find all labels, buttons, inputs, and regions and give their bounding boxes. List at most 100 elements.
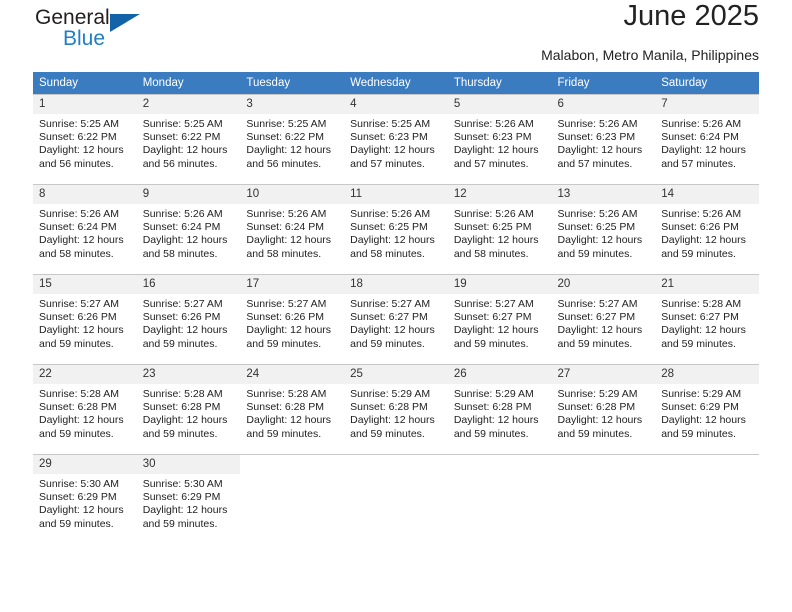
calendar-day-cell[interactable]: 18 Sunrise: 5:27 AM Sunset: 6:27 PM Dayl… [344,274,448,365]
calendar-day-cell[interactable]: 23 Sunrise: 5:28 AM Sunset: 6:28 PM Dayl… [136,364,241,455]
sunrise-text: Sunrise: 5:30 AM [39,478,119,490]
calendar-day-cell-empty [240,454,345,545]
sunset-text: Sunset: 6:28 PM [350,401,428,414]
logo-text-blue: Blue [63,27,106,50]
day-details: Sunrise: 5:27 AM Sunset: 6:26 PM Dayligh… [137,294,241,351]
day-details: Sunrise: 5:26 AM Sunset: 6:25 PM Dayligh… [552,204,656,261]
calendar-day-cell[interactable]: 2 Sunrise: 5:25 AM Sunset: 6:22 PM Dayli… [136,94,241,185]
daylight-text-line1: Daylight: 12 hours [39,144,124,157]
day-number: 2 [136,95,241,114]
weekday-header-row: Sunday Monday Tuesday Wednesday Thursday… [33,72,759,95]
daylight-text-line1: Daylight: 12 hours [661,234,746,247]
daylight-text-line1: Daylight: 12 hours [142,324,228,337]
sunset-text: Sunset: 6:29 PM [142,491,221,504]
daylight-text-line1: Daylight: 12 hours [39,414,124,427]
sunset-text: Sunset: 6:22 PM [246,131,325,144]
sunset-text: Sunset: 6:26 PM [661,221,739,234]
calendar-day-cell[interactable]: 21 Sunrise: 5:28 AM Sunset: 6:27 PM Dayl… [655,274,759,365]
calendar-day-cell[interactable]: 7 Sunrise: 5:26 AM Sunset: 6:24 PM Dayli… [655,94,759,185]
calendar-day-cell[interactable]: 13 Sunrise: 5:26 AM Sunset: 6:25 PM Dayl… [551,184,656,275]
sunrise-text: Sunrise: 5:26 AM [661,118,742,130]
day-details: Sunrise: 5:26 AM Sunset: 6:26 PM Dayligh… [655,204,759,261]
sunset-text: Sunset: 6:28 PM [142,401,221,414]
sunrise-text: Sunrise: 5:26 AM [350,208,431,220]
day-details: Sunrise: 5:26 AM Sunset: 6:24 PM Dayligh… [33,204,137,261]
daylight-text-line1: Daylight: 12 hours [39,234,124,247]
calendar-day-cell[interactable]: 10 Sunrise: 5:26 AM Sunset: 6:24 PM Dayl… [240,184,345,275]
sunrise-text: Sunrise: 5:28 AM [142,388,223,400]
calendar-day-cell[interactable]: 14 Sunrise: 5:26 AM Sunset: 6:26 PM Dayl… [655,184,759,275]
day-number: 21 [655,275,759,294]
page-subtitle-location: Malabon, Metro Manila, Philippines [541,47,759,63]
day-number: 7 [655,95,759,114]
daylight-text-line1: Daylight: 12 hours [142,504,228,517]
daylight-text-line1: Daylight: 12 hours [350,234,435,247]
day-number: 26 [447,365,552,384]
calendar-day-cell[interactable]: 9 Sunrise: 5:26 AM Sunset: 6:24 PM Dayli… [136,184,241,275]
weekday-header-thursday: Thursday [447,72,552,95]
daylight-text-line1: Daylight: 12 hours [453,414,539,427]
calendar-day-cell[interactable]: 4 Sunrise: 5:25 AM Sunset: 6:23 PM Dayli… [344,94,448,185]
day-details: Sunrise: 5:27 AM Sunset: 6:26 PM Dayligh… [33,294,137,351]
sunset-text: Sunset: 6:28 PM [39,401,117,414]
calendar-day-cell[interactable]: 30 Sunrise: 5:30 AM Sunset: 6:29 PM Dayl… [136,454,241,545]
day-details: Sunrise: 5:26 AM Sunset: 6:23 PM Dayligh… [448,114,552,171]
day-details: Sunrise: 5:26 AM Sunset: 6:23 PM Dayligh… [552,114,656,171]
sunrise-text: Sunrise: 5:26 AM [39,208,119,220]
calendar-day-cell[interactable]: 19 Sunrise: 5:27 AM Sunset: 6:27 PM Dayl… [447,274,552,365]
calendar-day-cell[interactable]: 8 Sunrise: 5:26 AM Sunset: 6:24 PM Dayli… [33,184,137,275]
calendar-day-cell[interactable]: 17 Sunrise: 5:27 AM Sunset: 6:26 PM Dayl… [240,274,345,365]
calendar-week-row: 29 Sunrise: 5:30 AM Sunset: 6:29 PM Dayl… [33,454,759,545]
calendar-day-cell[interactable]: 22 Sunrise: 5:28 AM Sunset: 6:28 PM Dayl… [33,364,137,455]
calendar-day-cell[interactable]: 20 Sunrise: 5:27 AM Sunset: 6:27 PM Dayl… [551,274,656,365]
calendar-day-cell[interactable]: 5 Sunrise: 5:26 AM Sunset: 6:23 PM Dayli… [447,94,552,185]
calendar-day-cell[interactable]: 26 Sunrise: 5:29 AM Sunset: 6:28 PM Dayl… [447,364,552,455]
day-details: Sunrise: 5:27 AM Sunset: 6:26 PM Dayligh… [240,294,344,351]
sunset-text: Sunset: 6:26 PM [142,311,221,324]
daylight-text-line1: Daylight: 12 hours [142,144,228,157]
calendar-day-cell[interactable]: 12 Sunrise: 5:26 AM Sunset: 6:25 PM Dayl… [447,184,552,275]
day-details: Sunrise: 5:27 AM Sunset: 6:27 PM Dayligh… [552,294,656,351]
calendar-day-cell[interactable]: 3 Sunrise: 5:25 AM Sunset: 6:22 PM Dayli… [240,94,345,185]
daylight-text-line1: Daylight: 12 hours [557,144,643,157]
calendar-day-cell[interactable]: 6 Sunrise: 5:26 AM Sunset: 6:23 PM Dayli… [551,94,656,185]
calendar-day-cell[interactable]: 16 Sunrise: 5:27 AM Sunset: 6:26 PM Dayl… [136,274,241,365]
day-details: Sunrise: 5:27 AM Sunset: 6:27 PM Dayligh… [344,294,448,351]
calendar-day-cell[interactable]: 1 Sunrise: 5:25 AM Sunset: 6:22 PM Dayli… [33,94,137,185]
calendar-day-cell[interactable]: 15 Sunrise: 5:27 AM Sunset: 6:26 PM Dayl… [33,274,137,365]
calendar-day-cell[interactable]: 28 Sunrise: 5:29 AM Sunset: 6:29 PM Dayl… [655,364,759,455]
daylight-text-line2: and 58 minutes. [350,247,425,260]
day-details: Sunrise: 5:30 AM Sunset: 6:29 PM Dayligh… [33,474,137,531]
calendar-day-cell[interactable]: 29 Sunrise: 5:30 AM Sunset: 6:29 PM Dayl… [33,454,137,545]
weekday-header-tuesday: Tuesday [240,72,345,95]
weekday-header-monday: Monday [136,72,241,95]
sunset-text: Sunset: 6:24 PM [661,131,739,144]
day-number: 6 [551,95,656,114]
day-number: 22 [33,365,137,384]
calendar-day-cell[interactable]: 11 Sunrise: 5:26 AM Sunset: 6:25 PM Dayl… [344,184,448,275]
day-details: Sunrise: 5:26 AM Sunset: 6:25 PM Dayligh… [344,204,448,261]
day-number: 13 [551,185,656,204]
calendar-day-cell[interactable]: 24 Sunrise: 5:28 AM Sunset: 6:28 PM Dayl… [240,364,345,455]
day-details: Sunrise: 5:26 AM Sunset: 6:24 PM Dayligh… [240,204,344,261]
daylight-text-line1: Daylight: 12 hours [453,324,539,337]
sunrise-text: Sunrise: 5:25 AM [350,118,431,130]
day-details: Sunrise: 5:29 AM Sunset: 6:29 PM Dayligh… [655,384,759,441]
general-blue-logo[interactable]: General Blue [35,6,155,58]
daylight-text-line1: Daylight: 12 hours [246,414,332,427]
daylight-text-line2: and 59 minutes. [453,337,529,350]
daylight-text-line2: and 59 minutes. [142,427,218,440]
calendar-day-cell[interactable]: 25 Sunrise: 5:29 AM Sunset: 6:28 PM Dayl… [344,364,448,455]
sunset-text: Sunset: 6:22 PM [39,131,117,144]
daylight-text-line2: and 59 minutes. [557,427,633,440]
sunrise-text: Sunrise: 5:25 AM [39,118,119,130]
sunrise-text: Sunrise: 5:25 AM [246,118,327,130]
daylight-text-line1: Daylight: 12 hours [39,324,124,337]
day-details: Sunrise: 5:26 AM Sunset: 6:24 PM Dayligh… [137,204,241,261]
sunset-text: Sunset: 6:29 PM [39,491,117,504]
calendar-day-cell[interactable]: 27 Sunrise: 5:29 AM Sunset: 6:28 PM Dayl… [551,364,656,455]
daylight-text-line1: Daylight: 12 hours [661,414,746,427]
daylight-text-line2: and 57 minutes. [350,157,425,170]
day-number: 12 [447,185,552,204]
sunrise-text: Sunrise: 5:29 AM [557,388,638,400]
